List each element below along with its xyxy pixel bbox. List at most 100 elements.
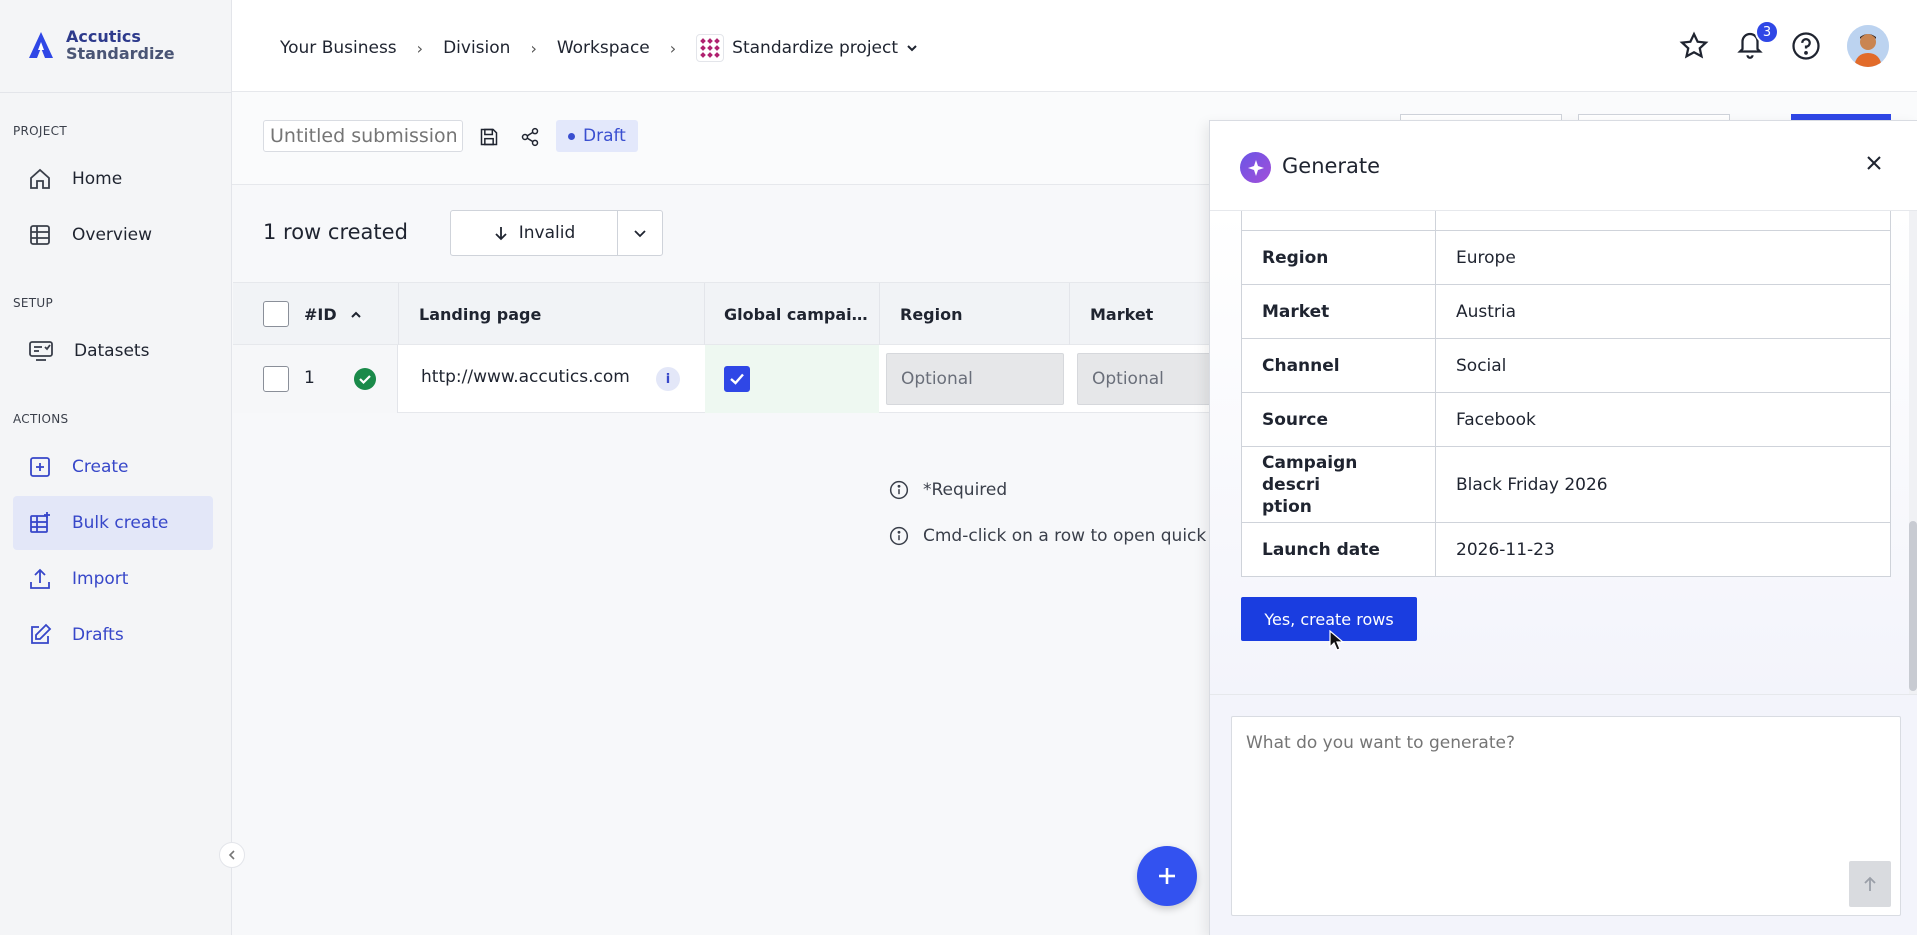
kv-row-campaign-description: Campaign descri ption Black Friday 2026 xyxy=(1241,446,1891,523)
sidebar: Accutics Standardize PROJECT Home Overvi… xyxy=(0,0,232,935)
column-header-global-campaign[interactable]: Global campai… xyxy=(724,305,868,324)
section-label-actions: ACTIONS xyxy=(13,412,69,426)
breadcrumb-item-workspace[interactable]: Workspace xyxy=(557,38,650,58)
sidebar-item-label: Create xyxy=(72,457,129,477)
status-dot xyxy=(568,132,575,140)
kv-key: Channel xyxy=(1242,339,1436,392)
sort-asc-icon[interactable] xyxy=(350,309,362,321)
sidebar-item-label: Bulk create xyxy=(72,513,169,533)
sidebar-item-create[interactable]: Create xyxy=(13,440,213,494)
sidebar-item-import[interactable]: Import xyxy=(13,552,213,606)
chevron-down-icon xyxy=(634,230,646,238)
kv-value: Social xyxy=(1456,355,1507,376)
submission-title-input[interactable] xyxy=(263,120,463,152)
share-icon[interactable] xyxy=(520,127,540,147)
chevron-down-icon[interactable] xyxy=(906,42,918,54)
landing-page-value[interactable]: http://www.accutics.com xyxy=(421,367,630,387)
required-note-text: *Required xyxy=(923,480,1008,500)
home-icon xyxy=(30,168,50,189)
sparkle-icon xyxy=(1240,152,1271,183)
logo-line-1: Accutics xyxy=(66,27,141,46)
info-icon[interactable]: i xyxy=(656,367,680,391)
save-icon[interactable] xyxy=(479,127,499,147)
panel-scroll-thumb[interactable] xyxy=(1909,521,1917,691)
region-cell-input[interactable]: Optional xyxy=(886,353,1064,405)
required-note: *Required xyxy=(889,480,1007,500)
logo-text: Accutics Standardize xyxy=(66,28,175,62)
rows-summary: 1 row created xyxy=(263,220,408,244)
kv-row-channel: Channel Social xyxy=(1241,338,1891,393)
column-header-region[interactable]: Region xyxy=(900,305,963,324)
datasets-icon xyxy=(29,341,53,361)
kv-key: Market xyxy=(1242,285,1436,338)
kv-row-partial xyxy=(1241,211,1891,231)
generate-panel-header: Generate xyxy=(1210,121,1917,211)
column-header-landing-page[interactable]: Landing page xyxy=(419,305,541,324)
kv-key: Launch date xyxy=(1242,523,1436,576)
column-header-market[interactable]: Market xyxy=(1090,305,1153,324)
select-all-checkbox[interactable] xyxy=(263,301,289,327)
sidebar-item-datasets[interactable]: Datasets xyxy=(13,324,213,378)
sidebar-item-label: Import xyxy=(72,569,129,589)
generate-panel-title: Generate xyxy=(1282,154,1381,178)
section-label-project: PROJECT xyxy=(13,124,67,138)
breadcrumb-item-project[interactable]: Standardize project xyxy=(732,38,898,58)
notifications-button[interactable]: 3 xyxy=(1735,20,1779,63)
collapse-sidebar-button[interactable] xyxy=(219,842,245,868)
help-icon[interactable] xyxy=(1791,31,1821,61)
send-button[interactable] xyxy=(1849,861,1891,907)
chevron-right-icon: › xyxy=(669,38,677,58)
filter-dropdown-button[interactable] xyxy=(617,210,663,256)
panel-scrollbar[interactable] xyxy=(1909,211,1917,694)
table-row[interactable]: 1 http://www.accutics.com i Optional Opt… xyxy=(233,345,1233,413)
kv-row-region: Region Europe xyxy=(1241,230,1891,285)
generate-prompt-input[interactable] xyxy=(1231,716,1901,916)
sidebar-item-bulk-create[interactable]: Bulk create xyxy=(13,496,213,550)
row-checkbox[interactable] xyxy=(263,366,289,392)
status-label: Draft xyxy=(583,126,626,146)
kv-row-market: Market Austria xyxy=(1241,284,1891,339)
column-divider xyxy=(398,283,399,346)
table-header: #ID Landing page Global campai… Region M… xyxy=(233,282,1233,346)
table-icon xyxy=(30,225,50,245)
user-avatar-icon xyxy=(1847,25,1889,67)
close-icon[interactable] xyxy=(1866,155,1882,171)
kv-value: Austria xyxy=(1456,301,1517,322)
sidebar-item-overview[interactable]: Overview xyxy=(13,208,213,262)
sidebar-divider xyxy=(0,92,232,93)
breadcrumb-item-business[interactable]: Your Business xyxy=(280,38,397,58)
sidebar-item-label: Home xyxy=(72,169,123,189)
sidebar-item-home[interactable]: Home xyxy=(13,152,213,206)
info-circle-icon xyxy=(889,526,909,546)
kv-row-source: Source Facebook xyxy=(1241,392,1891,447)
generate-panel-body: Region Europe Market Austria Channel Soc… xyxy=(1210,211,1917,694)
generate-prompt-area xyxy=(1210,694,1917,935)
column-header-id[interactable]: #ID xyxy=(304,305,337,324)
generate-panel: Generate Region Europe Market Austria Ch… xyxy=(1209,120,1917,935)
sidebar-item-drafts[interactable]: Drafts xyxy=(13,608,213,662)
sidebar-item-label: Overview xyxy=(72,225,153,245)
sidebar-item-label: Datasets xyxy=(74,341,150,361)
global-campaign-checkbox[interactable] xyxy=(724,366,750,392)
filter-label: Invalid xyxy=(518,223,576,243)
kv-key: Region xyxy=(1242,231,1436,284)
kv-row-launch-date: Launch date 2026-11-23 xyxy=(1241,522,1891,577)
kv-key: Campaign descri ption xyxy=(1242,447,1436,522)
breadcrumb-item-division[interactable]: Division xyxy=(443,38,510,58)
column-divider xyxy=(879,283,880,346)
kv-value: Europe xyxy=(1456,247,1516,268)
cmd-click-note-text: Cmd-click on a row to open quick a xyxy=(923,526,1223,546)
app-logo[interactable]: Accutics Standardize xyxy=(26,28,175,62)
notification-count-badge: 3 xyxy=(1755,20,1779,44)
arrow-up-icon xyxy=(1864,876,1876,891)
filter-invalid-button[interactable]: Invalid xyxy=(450,210,618,256)
avatar[interactable] xyxy=(1847,25,1889,67)
status-badge: Draft xyxy=(556,120,638,152)
chevron-right-icon: › xyxy=(416,38,424,58)
arrow-down-icon xyxy=(495,227,507,241)
breadcrumb: Your Business › Division › Workspace › S… xyxy=(280,34,918,62)
chevron-right-icon: › xyxy=(530,38,537,58)
star-icon[interactable] xyxy=(1679,31,1709,61)
add-row-button[interactable] xyxy=(1137,846,1197,906)
kv-key: Source xyxy=(1242,393,1436,446)
